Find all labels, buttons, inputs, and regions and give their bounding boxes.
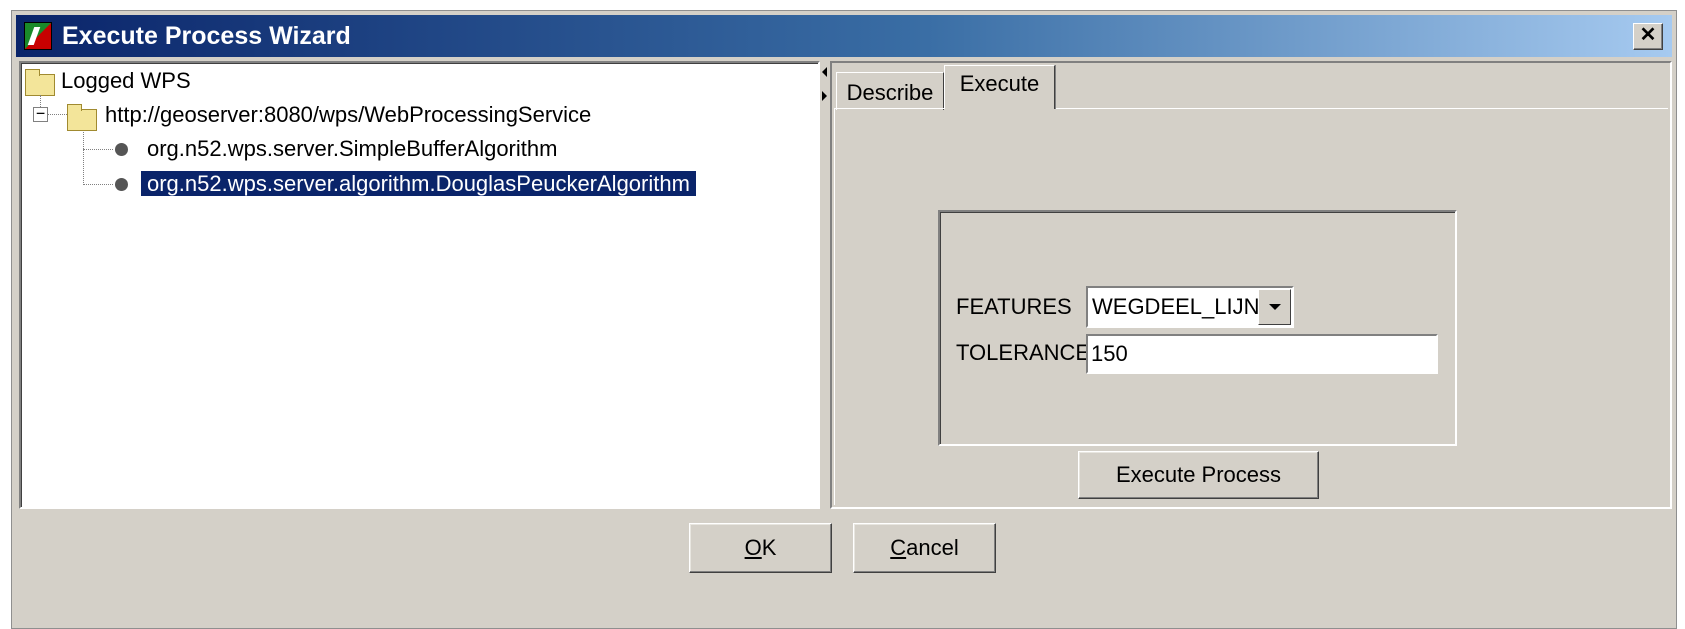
collapse-right-arrow-icon[interactable] xyxy=(822,91,827,101)
process-tree[interactable]: Logged WPS − http://geoserver:8080/wps/W… xyxy=(19,61,820,509)
dialog-window: Execute Process Wizard ✕ Logged WPS − ht… xyxy=(11,10,1677,629)
ok-mnemonic: O xyxy=(744,535,762,560)
tree-connector xyxy=(83,149,113,150)
chevron-down-icon[interactable] xyxy=(1258,289,1291,325)
tab-label: Describe xyxy=(846,80,934,105)
tree-root-label: Logged WPS xyxy=(61,68,191,93)
collapse-icon[interactable]: − xyxy=(33,106,48,122)
tree-node-process-selected[interactable]: org.n52.wps.server.algorithm.DouglasPeuc… xyxy=(141,168,696,200)
tree-root-logged-wps[interactable]: Logged WPS xyxy=(61,65,191,97)
process-node-icon xyxy=(115,143,128,156)
execute-panel: FEATURES WEGDEEL_LIJN TOLERANCE Execute … xyxy=(834,108,1668,505)
window-title: Execute Process Wizard xyxy=(62,22,351,50)
tolerance-input[interactable] xyxy=(1086,334,1438,374)
tab-label: Execute xyxy=(959,71,1040,96)
ok-label-rest: K xyxy=(761,535,777,560)
folder-icon xyxy=(67,104,97,131)
tolerance-label: TOLERANCE xyxy=(956,340,1091,365)
execute-process-button[interactable]: Execute Process xyxy=(1078,451,1319,499)
tree-connector xyxy=(47,114,67,115)
details-pane: Describe Execute FEATURES WEGDEEL_LIJN T… xyxy=(830,61,1672,509)
process-label: org.n52.wps.server.SimpleBufferAlgorithm xyxy=(147,136,558,161)
split-pane-divider[interactable] xyxy=(820,61,830,509)
tree-node-process[interactable]: org.n52.wps.server.SimpleBufferAlgorithm xyxy=(147,133,557,165)
folder-icon xyxy=(25,69,55,96)
tree-connector xyxy=(83,184,113,185)
process-node-icon xyxy=(115,178,128,191)
features-value: WEGDEEL_LIJN xyxy=(1092,294,1260,319)
parameters-group: FEATURES WEGDEEL_LIJN TOLERANCE xyxy=(938,210,1457,446)
tab-execute[interactable]: Execute xyxy=(944,65,1055,109)
features-select[interactable]: WEGDEEL_LIJN xyxy=(1086,286,1294,328)
close-icon: ✕ xyxy=(1639,24,1657,46)
cancel-label-rest: ancel xyxy=(906,535,959,560)
close-button[interactable]: ✕ xyxy=(1633,23,1663,50)
app-icon xyxy=(24,22,52,50)
process-label: org.n52.wps.server.algorithm.DouglasPeuc… xyxy=(141,171,696,196)
ok-button[interactable]: OK xyxy=(689,523,832,573)
cancel-mnemonic: C xyxy=(890,535,907,560)
tree-server-label: http://geoserver:8080/wps/WebProcessingS… xyxy=(105,102,592,127)
features-label: FEATURES xyxy=(956,294,1072,319)
execute-process-label: Execute Process xyxy=(1115,462,1282,487)
title-bar[interactable]: Execute Process Wizard ✕ xyxy=(16,15,1672,57)
tab-describe[interactable]: Describe xyxy=(836,72,944,110)
tree-node-server[interactable]: http://geoserver:8080/wps/WebProcessingS… xyxy=(105,99,591,131)
tree-connector xyxy=(83,127,84,185)
collapse-left-arrow-icon[interactable] xyxy=(822,67,827,77)
cancel-button[interactable]: Cancel xyxy=(853,523,996,573)
